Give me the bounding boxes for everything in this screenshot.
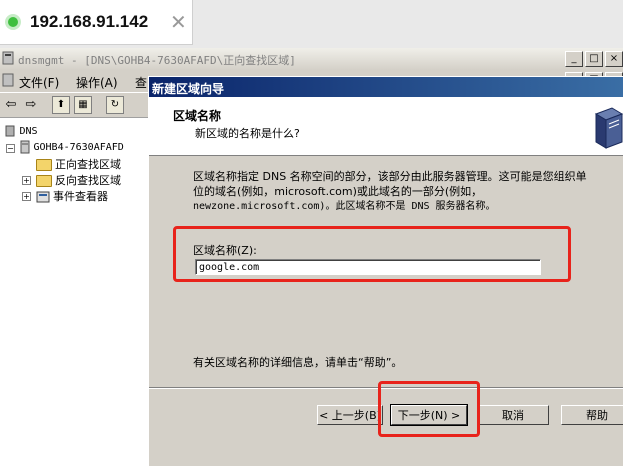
show-tree-icon[interactable]: ▦ bbox=[74, 96, 92, 114]
window-title-bar: dnsmgmt - [DNS\GOHB4-7630AFAFD\正向查找区域] _… bbox=[0, 48, 623, 71]
server-cube-icon bbox=[594, 107, 623, 149]
zone-name-highlight bbox=[173, 226, 571, 282]
back-button[interactable]: < 上一步(B) bbox=[317, 405, 383, 425]
menu-view[interactable]: 查 bbox=[135, 74, 147, 91]
connection-status-icon bbox=[8, 17, 18, 27]
folder-icon bbox=[36, 159, 52, 171]
help-button[interactable]: 帮助 bbox=[561, 405, 623, 425]
close-button[interactable]: × bbox=[605, 51, 623, 67]
expand-icon[interactable]: + bbox=[22, 176, 31, 185]
expand-icon[interactable]: + bbox=[22, 192, 31, 201]
console-tree: DNS − GOHB4-7630AFAFD 正向查找区域 + 反向查找区域 + … bbox=[0, 118, 150, 465]
close-tab-icon[interactable]: ✕ bbox=[170, 10, 187, 34]
tree-label-dns: DNS bbox=[19, 126, 38, 137]
maximize-button[interactable]: □ bbox=[585, 51, 603, 67]
description-line-2: 位的域名(例如，microsoft.com)或此域名的一部分(例如， bbox=[193, 185, 483, 198]
remote-tab-title: 192.168.91.142 bbox=[30, 12, 149, 31]
description-line-1: 区域名称指定 DNS 名称空间的部分，该部分由此服务器管理。这可能是您组织单 bbox=[193, 170, 587, 183]
event-viewer-icon bbox=[36, 191, 50, 203]
folder-icon bbox=[36, 175, 52, 187]
dns-icon bbox=[5, 125, 15, 137]
minimize-button[interactable]: _ bbox=[565, 51, 583, 67]
tree-node-dns[interactable]: DNS bbox=[4, 124, 38, 137]
menu-file[interactable]: 文件(F) bbox=[19, 74, 59, 91]
wizard-title-bar: 新建区域向导 bbox=[149, 77, 623, 97]
wizard-description: 区域名称指定 DNS 名称空间的部分，该部分由此服务器管理。这可能是您组织单 位… bbox=[193, 169, 623, 214]
wizard-title: 新建区域向导 bbox=[152, 82, 225, 96]
server-icon bbox=[20, 140, 30, 154]
remote-tab-bar: 192.168.91.142 ✕ bbox=[0, 0, 623, 48]
wizard-page-subtitle: 新区域的名称是什么? bbox=[195, 127, 300, 140]
refresh-icon[interactable]: ↻ bbox=[106, 96, 124, 114]
wizard-header: 区域名称 新区域的名称是什么? bbox=[149, 97, 623, 156]
toolbar: ⇦ ⇨ ⬆ ▦ ↻ bbox=[0, 92, 150, 118]
cancel-button[interactable]: 取消 bbox=[477, 405, 549, 425]
up-level-icon[interactable]: ⬆ bbox=[52, 96, 70, 114]
forward-arrow-icon[interactable]: ⇨ bbox=[22, 96, 40, 114]
tree-node-server[interactable]: GOHB4-7630AFAFD bbox=[20, 140, 124, 154]
collapse-icon[interactable]: − bbox=[6, 144, 15, 153]
dns-app-icon bbox=[2, 51, 14, 65]
help-hint-text: 有关区域名称的详细信息，请单击“帮助”。 bbox=[193, 356, 403, 369]
tree-label-server: GOHB4-7630AFAFD bbox=[33, 142, 124, 153]
tree-label-forward-zones: 正向查找区域 bbox=[55, 158, 121, 171]
window-title: dnsmgmt - [DNS\GOHB4-7630AFAFD\正向查找区域] bbox=[18, 54, 296, 67]
console-icon bbox=[2, 73, 14, 87]
wizard-page-title: 区域名称 bbox=[173, 109, 222, 123]
tree-label-event-viewer: 事件查看器 bbox=[53, 190, 108, 203]
tree-node-event-viewer[interactable]: 事件查看器 bbox=[36, 188, 108, 204]
tree-node-forward-zones[interactable]: 正向查找区域 bbox=[36, 156, 121, 172]
remote-session-tab[interactable]: 192.168.91.142 ✕ bbox=[0, 0, 193, 45]
tree-node-reverse-zones[interactable]: 反向查找区域 bbox=[36, 172, 121, 188]
menu-action[interactable]: 操作(A) bbox=[76, 74, 118, 91]
tree-label-reverse-zones: 反向查找区域 bbox=[55, 174, 121, 187]
description-line-3: newzone.microsoft.com)。此区域名称不是 DNS 服务器名称… bbox=[193, 201, 496, 212]
back-arrow-icon[interactable]: ⇦ bbox=[2, 96, 20, 114]
next-button-highlight bbox=[378, 381, 480, 437]
